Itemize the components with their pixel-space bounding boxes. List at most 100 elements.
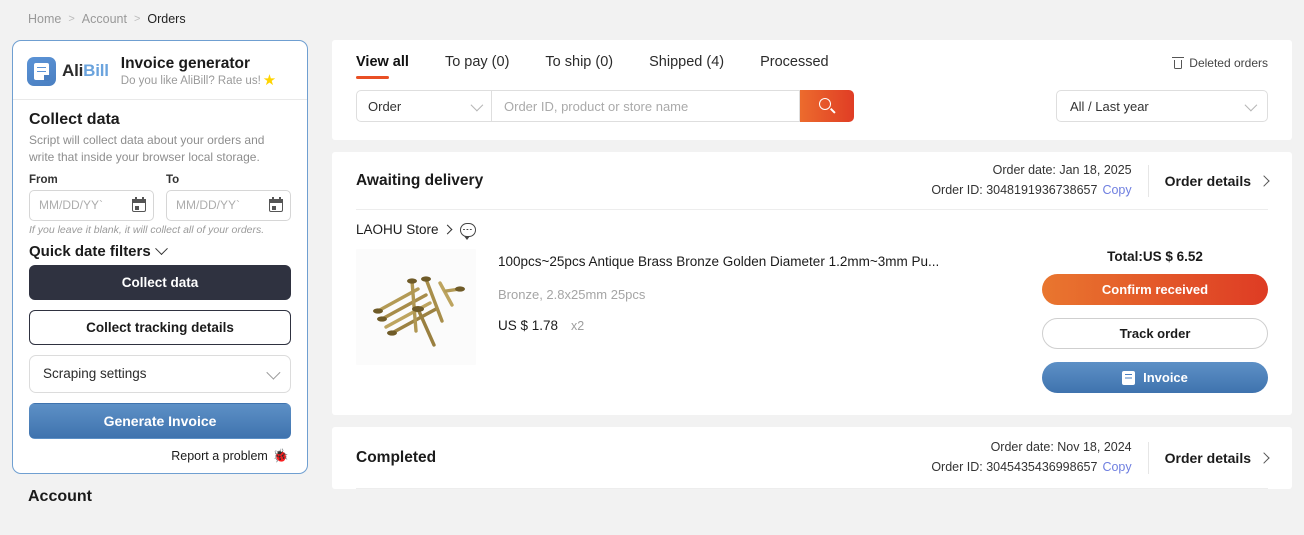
date-to-input[interactable]: MM/DD/YY`	[166, 189, 291, 221]
chevron-down-icon	[1244, 98, 1258, 111]
confirm-received-button[interactable]: Confirm received	[1042, 274, 1268, 305]
search-group: Order	[356, 90, 854, 122]
store-row: LAOHU Store	[356, 210, 1268, 243]
search-row: Order All / Last year	[356, 90, 1268, 122]
invoice-button-label: Invoice	[1143, 370, 1188, 385]
tab-to-ship[interactable]: To ship (0)	[545, 54, 613, 79]
order-header: Completed Order date: Nov 18, 2024 Order…	[356, 427, 1270, 489]
logo-text-bill: Bill	[83, 61, 109, 81]
generate-invoice-button[interactable]: Generate Invoice	[29, 402, 291, 439]
order-header-right: Order date: Jan 18, 2025 Order ID: 30481…	[931, 161, 1270, 200]
collect-data-button[interactable]: Collect data	[29, 264, 291, 300]
invoice-button[interactable]: Invoice	[1042, 362, 1268, 393]
search-scope-label: Order	[368, 98, 402, 114]
chevron-right-icon	[442, 224, 452, 235]
quick-date-filters-toggle[interactable]: Quick date filters	[29, 242, 291, 260]
logo-text-ali: Ali	[62, 61, 84, 81]
calendar-icon[interactable]	[132, 197, 146, 213]
divider	[1147, 441, 1149, 474]
tab-to-pay[interactable]: To pay (0)	[445, 54, 509, 79]
order-meta: Order date: Nov 18, 2024 Order ID: 30454…	[931, 438, 1131, 477]
chevron-down-icon	[470, 98, 484, 111]
tab-processed[interactable]: Processed	[760, 54, 829, 79]
orders-toolbar: View all To pay (0) To ship (0) Shipped …	[332, 40, 1292, 140]
chevron-right-icon	[1258, 174, 1270, 187]
collect-tracking-details-button[interactable]: Collect tracking details	[29, 309, 291, 345]
sidebar: AliBill Invoice generator Do you like Al…	[12, 40, 308, 506]
search-input[interactable]	[504, 98, 787, 114]
collect-data-description: Script will collect data about your orde…	[29, 133, 265, 164]
copy-order-id-button[interactable]: Copy	[1102, 460, 1131, 474]
breadcrumb-item-orders: Orders	[147, 12, 186, 26]
order-details-button[interactable]: Order details	[1164, 172, 1270, 189]
store-link[interactable]: LAOHU Store	[356, 222, 452, 237]
alibill-logo: AliBill	[27, 56, 109, 86]
date-from-col: From MM/DD/YY`	[29, 174, 154, 221]
order-details-label: Order details	[1164, 449, 1251, 466]
order-id-row: Order ID: 3045435436998657 Copy	[931, 458, 1131, 477]
date-filter-label: All / Last year	[1070, 98, 1149, 114]
rate-us-text[interactable]: Do you like AliBill? Rate us!	[121, 75, 261, 87]
alibill-logo-text: AliBill	[62, 61, 109, 81]
main-content: View all To pay (0) To ship (0) Shipped …	[332, 40, 1292, 501]
bug-icon: 🐞	[272, 448, 289, 464]
store-name-label: LAOHU Store	[356, 222, 439, 237]
deleted-orders-link[interactable]: Deleted orders	[1172, 56, 1268, 70]
order-actions: Total:US $ 6.52 Confirm received Track o…	[1042, 249, 1268, 393]
search-button[interactable]	[800, 90, 854, 122]
breadcrumb-item-home[interactable]: Home	[28, 12, 61, 26]
deleted-orders-label: Deleted orders	[1189, 56, 1268, 70]
search-input-wrap	[492, 90, 800, 122]
report-a-problem-label: Report a problem	[171, 448, 268, 463]
product-variant: Bronze, 2.8x25mm 25pcs	[498, 287, 646, 303]
tab-view-all[interactable]: View all	[356, 54, 409, 79]
product-price-row: US $ 1.78 x2	[498, 318, 1022, 333]
date-range-row: From MM/DD/YY` To MM/DD/YY`	[29, 174, 291, 221]
copy-order-id-button[interactable]: Copy	[1102, 183, 1131, 197]
date-from-input[interactable]: MM/DD/YY`	[29, 189, 154, 221]
date-filter-select[interactable]: All / Last year	[1056, 90, 1268, 122]
quick-date-filters-label: Quick date filters	[29, 242, 151, 260]
product-thumbnail[interactable]	[356, 249, 476, 365]
calendar-icon[interactable]	[269, 197, 283, 213]
order-tabs: View all To pay (0) To ship (0) Shipped …	[356, 54, 1268, 79]
scraping-settings-label: Scraping settings	[43, 366, 147, 382]
product-image	[356, 249, 476, 365]
scraping-settings-select[interactable]: Scraping settings	[29, 354, 291, 393]
search-scope-select[interactable]: Order	[356, 90, 492, 122]
panel-title: Invoice generator	[120, 55, 250, 72]
collect-data-title: Collect data	[29, 111, 120, 129]
order-details-button[interactable]: Order details	[1164, 449, 1270, 466]
trash-icon	[1172, 57, 1185, 69]
date-to-placeholder: MM/DD/YY`	[176, 198, 240, 213]
track-order-button[interactable]: Track order	[1042, 318, 1268, 349]
chat-icon[interactable]	[459, 222, 476, 240]
from-label: From	[29, 173, 58, 186]
order-total: Total:US $ 6.52	[1107, 249, 1203, 264]
product-title[interactable]: 100pcs~25pcs Antique Brass Bronze Golden…	[498, 253, 1022, 271]
order-header: Awaiting delivery Order date: Jan 18, 20…	[356, 152, 1270, 210]
order-id-row: Order ID: 3048191936738657 Copy	[931, 181, 1131, 200]
star-icon[interactable]: ★	[263, 73, 276, 88]
alibill-logo-icon	[27, 56, 56, 86]
date-from-placeholder: MM/DD/YY`	[39, 198, 103, 213]
breadcrumb-separator: >	[133, 13, 141, 25]
tab-shipped[interactable]: Shipped (4)	[649, 54, 724, 79]
order-card-awaiting-delivery: Awaiting delivery Order date: Jan 18, 20…	[332, 152, 1292, 415]
order-header-right: Order date: Nov 18, 2024 Order ID: 30454…	[931, 438, 1270, 477]
order-id: Order ID: 3048191936738657	[931, 182, 1098, 197]
chevron-down-icon	[266, 365, 281, 380]
order-details-label: Order details	[1164, 172, 1251, 189]
breadcrumb-separator: >	[68, 13, 75, 25]
panel-subtitle: Do you like AliBill? Rate us! ★	[121, 73, 276, 88]
order-item-info: 100pcs~25pcs Antique Brass Bronze Golden…	[476, 249, 1042, 393]
report-a-problem-link[interactable]: Report a problem 🐞	[29, 449, 291, 467]
order-item-row: 100pcs~25pcs Antique Brass Bronze Golden…	[356, 243, 1268, 415]
product-quantity: x2	[571, 319, 585, 334]
chevron-down-icon	[154, 242, 168, 255]
chevron-right-icon	[1258, 451, 1270, 464]
breadcrumb-item-account[interactable]: Account	[82, 12, 127, 26]
invoice-icon	[1122, 370, 1136, 385]
order-date: Order date: Jan 18, 2025	[992, 163, 1132, 178]
search-icon	[819, 98, 836, 114]
